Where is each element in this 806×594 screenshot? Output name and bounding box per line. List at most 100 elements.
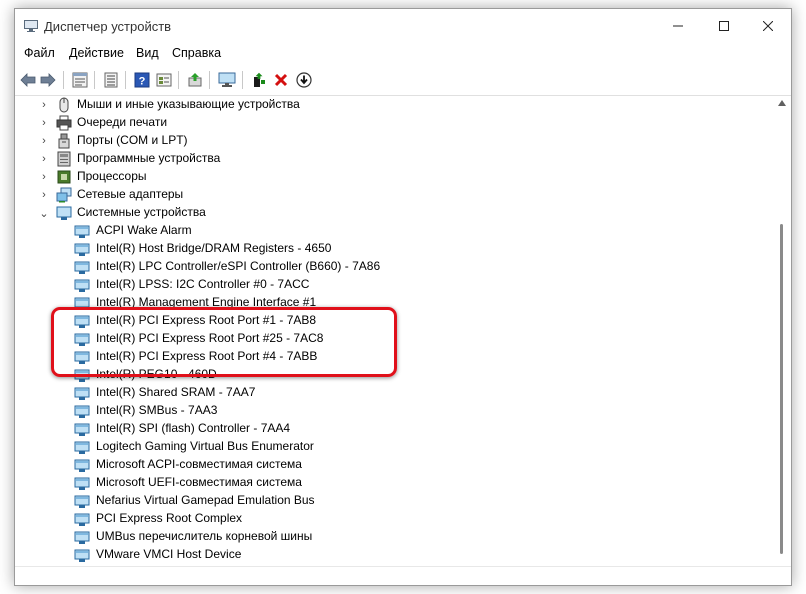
- view-icon: [156, 73, 172, 87]
- tree-device-label: Intel(R) SMBus - 7AA3: [96, 403, 218, 417]
- close-button[interactable]: [745, 9, 791, 43]
- scrollbar-thumb[interactable]: [780, 224, 783, 554]
- tree-category-label: Очереди печати: [77, 115, 168, 129]
- view-button[interactable]: [154, 70, 174, 90]
- tree-device-label: Microsoft ACPI-совместимая система: [96, 457, 302, 471]
- tree-category-network-adapters[interactable]: › Сетевые адаптеры: [15, 186, 773, 204]
- toolbar-separator: [125, 71, 126, 89]
- vertical-scrollbar[interactable]: [773, 96, 790, 566]
- tree-device-item[interactable]: Intel(R) Host Bridge/DRAM Registers - 46…: [15, 240, 773, 258]
- toolbar-separator: [63, 71, 64, 89]
- tree-device-label: PCI Express Root Complex: [96, 511, 243, 525]
- horizontal-scrollbar-track: [15, 566, 791, 567]
- tree-device-label: VMware VMCI Host Device: [96, 547, 242, 561]
- port-icon: [58, 133, 70, 149]
- menu-view[interactable]: Вид: [136, 46, 159, 60]
- device-list-button[interactable]: [101, 70, 121, 90]
- tree-device-item[interactable]: Intel(R) SMBus - 7AA3: [15, 402, 773, 420]
- svg-text:?: ?: [139, 76, 146, 88]
- chevron-right-icon[interactable]: ›: [38, 115, 50, 131]
- tree-category-mice[interactable]: › Мыши и иные указывающие устройства: [15, 96, 773, 114]
- tree-device-item[interactable]: VMware VMCI Host Device: [15, 546, 773, 564]
- system-device-icon: [74, 441, 90, 454]
- tree-device-item[interactable]: Intel(R) LPSS: I2C Controller #0 - 7ACC: [15, 276, 773, 294]
- tree-category-processors[interactable]: › Процессоры: [15, 168, 773, 186]
- properties-icon: [72, 72, 88, 88]
- menu-action[interactable]: Действие: [69, 46, 124, 60]
- device-manager-icon: [24, 20, 38, 32]
- system-device-icon: [74, 477, 90, 490]
- forward-button[interactable]: [38, 70, 58, 90]
- horizontal-scrollbar[interactable]: [15, 566, 791, 585]
- uninstall-icon: [274, 73, 288, 87]
- chevron-right-icon[interactable]: ›: [38, 151, 50, 167]
- window-title: Диспетчер устройств: [44, 19, 172, 34]
- back-button[interactable]: [18, 70, 38, 90]
- toolbar-separator: [178, 71, 179, 89]
- system-device-icon: [74, 243, 90, 256]
- chevron-right-icon[interactable]: ›: [38, 97, 50, 113]
- menu-bar: Файл Действие Вид Справка: [15, 43, 791, 65]
- tree-device-item[interactable]: Intel(R) SPI (flash) Controller - 7AA4: [15, 420, 773, 438]
- tree-device-label: Intel(R) SPI (flash) Controller - 7AA4: [96, 421, 291, 435]
- tree-device-item[interactable]: Intel(R) LPC Controller/eSPI Controller …: [15, 258, 773, 276]
- toolbar-separator: [242, 71, 243, 89]
- tree-device-item[interactable]: Microsoft UEFI-совместимая система: [15, 474, 773, 492]
- tree-device-item[interactable]: Nefarius Virtual Gamepad Emulation Bus: [15, 492, 773, 510]
- tree-device-item[interactable]: ACPI Wake Alarm: [15, 222, 773, 240]
- system-device-icon: [74, 459, 90, 472]
- system-device-icon: [74, 423, 90, 436]
- monitor-icon: [218, 72, 236, 87]
- chevron-right-icon[interactable]: ›: [38, 133, 50, 149]
- minimize-icon: [673, 25, 683, 27]
- chevron-right-icon[interactable]: ›: [38, 187, 50, 203]
- tree-category-system-devices[interactable]: ⌄ Системные устройства: [15, 204, 773, 222]
- menu-file[interactable]: Файл: [24, 46, 55, 60]
- network-adapter-icon: [56, 187, 72, 203]
- scroll-up-icon[interactable]: [778, 100, 786, 106]
- tree-device-item[interactable]: PCI Express Root Complex: [15, 510, 773, 528]
- back-icon: [20, 73, 36, 87]
- mouse-icon: [59, 97, 69, 113]
- software-device-icon: [57, 151, 71, 167]
- enable-device-icon: [254, 72, 265, 87]
- system-device-icon: [74, 261, 90, 274]
- monitor-button[interactable]: [217, 70, 237, 90]
- tree-device-label: Intel(R) Host Bridge/DRAM Registers - 46…: [96, 241, 332, 255]
- tree-category-label: Системные устройства: [77, 205, 206, 219]
- tree-category-label: Порты (COM и LPT): [77, 133, 188, 147]
- close-icon: [763, 21, 773, 31]
- menu-help[interactable]: Справка: [172, 46, 221, 60]
- chevron-down-icon[interactable]: ⌄: [38, 205, 50, 221]
- tree-device-item[interactable]: Logitech Gaming Virtual Bus Enumerator: [15, 438, 773, 456]
- tree-device-item[interactable]: UMBus перечислитель корневой шины: [15, 528, 773, 546]
- toolbar: ?: [15, 65, 791, 96]
- enable-device-button[interactable]: [249, 70, 269, 90]
- help-icon: ?: [134, 72, 150, 88]
- forward-icon: [40, 73, 56, 87]
- download-button[interactable]: [294, 70, 314, 90]
- uninstall-button[interactable]: [271, 70, 291, 90]
- device-manager-window: Диспетчер устройств Файл Действие Вид Сп…: [14, 8, 792, 586]
- tree-category-ports[interactable]: › Порты (COM и LPT): [15, 132, 773, 150]
- tree-category-label: Сетевые адаптеры: [77, 187, 184, 201]
- highlight-frame: [51, 307, 397, 377]
- tree-category-label: Процессоры: [77, 169, 147, 183]
- processor-icon: [57, 170, 71, 184]
- update-driver-button[interactable]: [185, 70, 205, 90]
- tree-device-label: ACPI Wake Alarm: [96, 223, 192, 237]
- help-button[interactable]: ?: [132, 70, 152, 90]
- tree-device-item[interactable]: Intel(R) Shared SRAM - 7AA7: [15, 384, 773, 402]
- download-icon: [296, 72, 312, 88]
- tree-device-label: Logitech Gaming Virtual Bus Enumerator: [96, 439, 314, 453]
- minimize-button[interactable]: [655, 9, 701, 43]
- properties-button[interactable]: [70, 70, 90, 90]
- chevron-right-icon[interactable]: ›: [38, 169, 50, 185]
- tree-category-software-devices[interactable]: › Программные устройства: [15, 150, 773, 168]
- tree-category-print-queues[interactable]: › Очереди печати: [15, 114, 773, 132]
- toolbar-separator: [94, 71, 95, 89]
- system-device-icon: [74, 549, 90, 562]
- tree-device-item[interactable]: Microsoft ACPI-совместимая система: [15, 456, 773, 474]
- maximize-button[interactable]: [701, 9, 747, 43]
- system-device-icon: [74, 279, 90, 292]
